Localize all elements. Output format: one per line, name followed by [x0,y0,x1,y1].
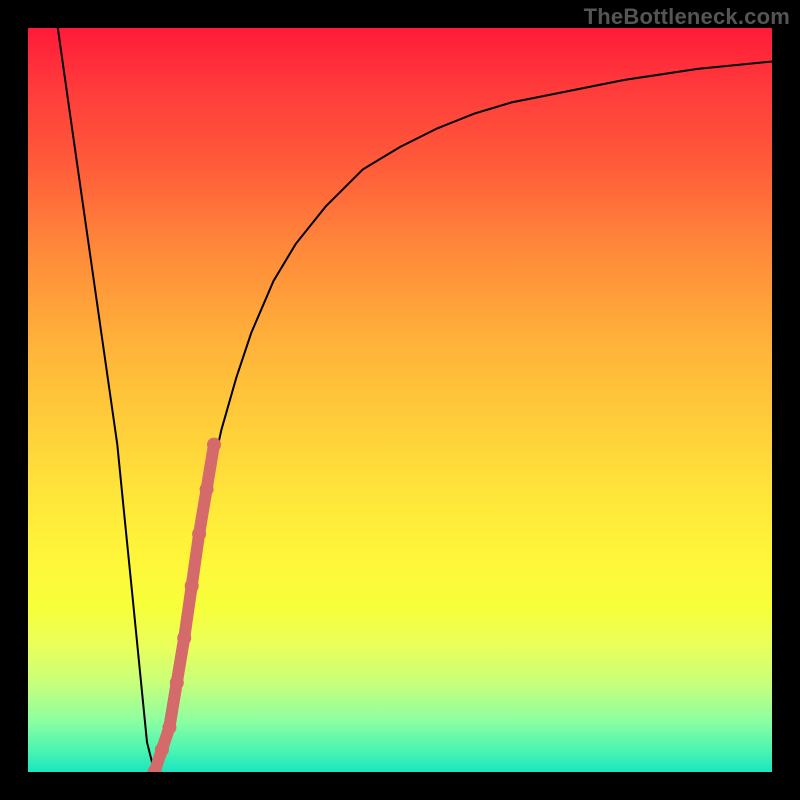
bottleneck-curve [58,28,772,772]
curve-overlay [28,28,772,772]
highlight-dot [155,743,169,757]
highlight-dot [162,720,176,734]
highlight-dot [177,631,191,645]
watermark-text: TheBottleneck.com [584,4,790,30]
curve-path [58,28,772,772]
highlight-dot [192,527,206,541]
highlight-dot [207,438,221,452]
highlight-dot [170,676,184,690]
highlight-markers [148,438,222,772]
highlight-dot [200,482,214,496]
plot-area [28,28,772,772]
chart-frame: TheBottleneck.com [0,0,800,800]
highlight-dot [185,579,199,593]
